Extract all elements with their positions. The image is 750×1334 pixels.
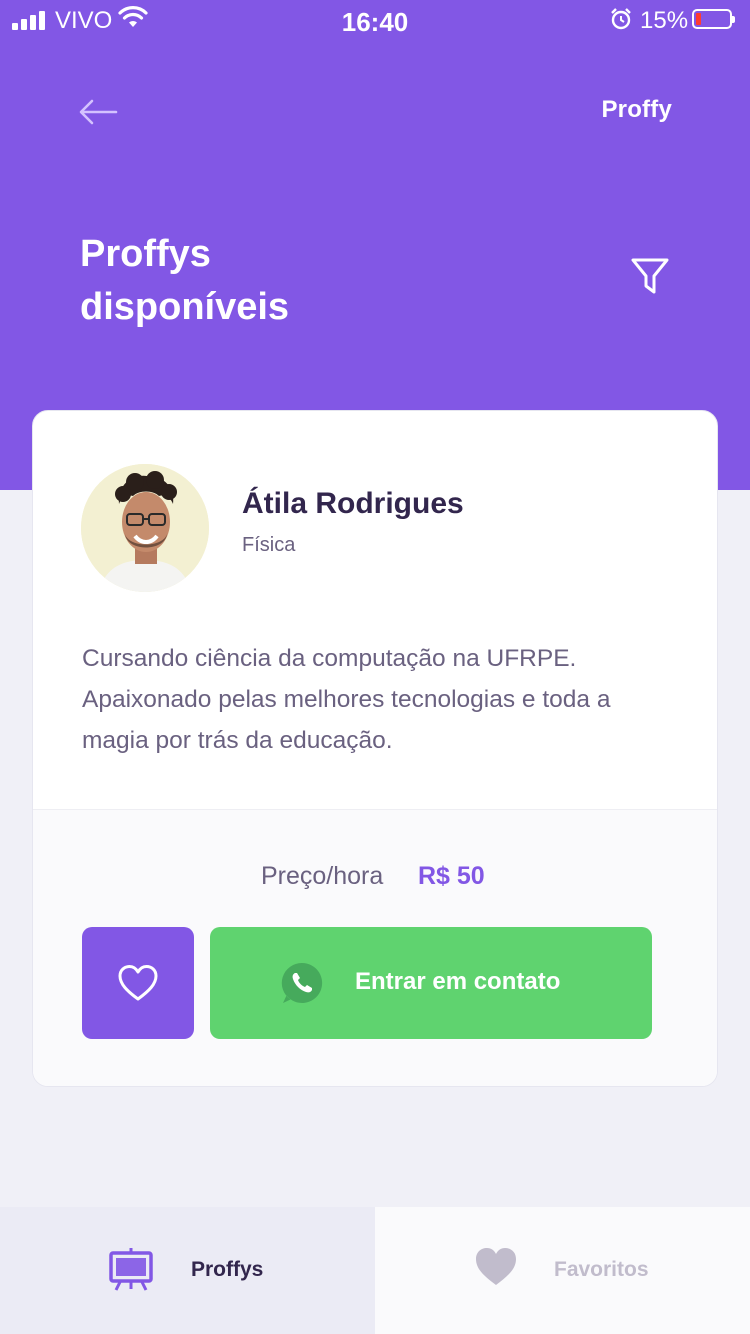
clock: 16:40 xyxy=(341,7,409,37)
tab-favoritos[interactable]: Favoritos xyxy=(375,1207,750,1334)
status-bar: VIVO 16:40 15% xyxy=(0,0,750,40)
easel-icon xyxy=(109,1248,153,1291)
tab-proffys[interactable]: Proffys xyxy=(0,1207,375,1334)
tab-proffys-label: Proffys xyxy=(191,1258,264,1281)
battery-icon xyxy=(692,9,735,29)
teacher-bio: Cursando ciência da computação na UFRPE.… xyxy=(82,645,611,754)
tab-favoritos-label: Favoritos xyxy=(554,1258,649,1281)
teacher-avatar xyxy=(81,464,209,592)
contact-label: Entrar em contato xyxy=(355,968,561,995)
arrow-left-icon[interactable] xyxy=(78,96,118,128)
price-label: Preço/hora xyxy=(261,862,384,890)
alarm-icon xyxy=(611,8,631,30)
card-footer: Preço/hora R$ 50 Entrar em contato xyxy=(33,809,717,1086)
teacher-name: Átila Rodrigues xyxy=(242,487,464,520)
avatar-illustration xyxy=(81,464,209,592)
price-value: R$ 50 xyxy=(418,862,485,890)
tab-bar: Proffys Favoritos xyxy=(0,1207,750,1334)
whatsapp-icon xyxy=(281,962,323,1003)
teacher-card: Átila Rodrigues Física Cursando ciência … xyxy=(32,410,718,1087)
page-title: Proffys disponíveis xyxy=(80,228,500,334)
battery-level xyxy=(696,13,701,25)
proffy-logo: Proffy xyxy=(601,96,672,123)
heart-icon xyxy=(476,1248,516,1285)
contact-button[interactable]: Entrar em contato xyxy=(210,927,652,1039)
page-title-line1: Proffys xyxy=(80,233,211,275)
filter-icon[interactable] xyxy=(628,254,672,298)
battery-percent: 15% xyxy=(640,7,689,34)
page-title-line2: disponíveis xyxy=(80,286,290,328)
favorite-button[interactable] xyxy=(82,927,194,1039)
heart-outline-icon xyxy=(118,965,158,1001)
teacher-subject: Física xyxy=(242,534,296,556)
